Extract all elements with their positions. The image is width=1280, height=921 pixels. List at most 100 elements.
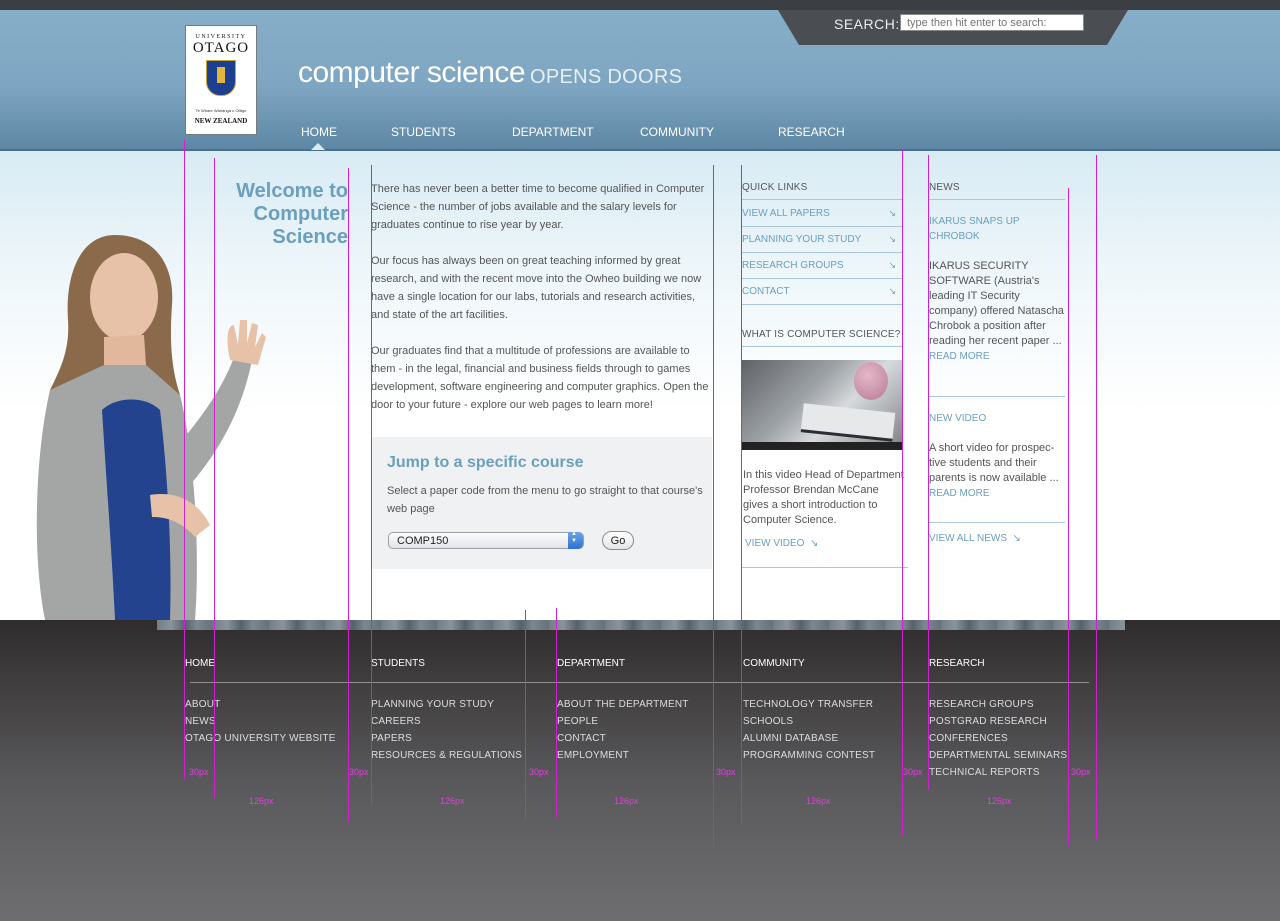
guide-line xyxy=(1096,155,1097,840)
video-frame-toy xyxy=(854,362,888,400)
course-select[interactable]: COMP150 xyxy=(388,531,584,549)
width-label: 126px xyxy=(806,796,831,806)
read-more-link[interactable]: READ MORE xyxy=(929,349,990,364)
nav-home[interactable]: HOME xyxy=(301,125,337,139)
footer-link[interactable]: PEOPLE xyxy=(557,716,598,727)
top-bar xyxy=(0,0,1280,10)
footer-link[interactable]: NEWS xyxy=(185,716,216,727)
arrow-down-right-icon: ↘ xyxy=(888,208,896,218)
news-item-title[interactable]: IKARUS SNAPS UP CHROBOK xyxy=(929,214,1039,244)
gap-label: 30px xyxy=(903,767,923,777)
guide-line xyxy=(902,150,903,835)
width-label: 126px xyxy=(987,796,1012,806)
gap-label: 30px xyxy=(1071,767,1091,777)
quick-links-heading: QUICK LINKS xyxy=(742,182,808,193)
nav-students[interactable]: STUDENTS xyxy=(391,125,456,139)
footer-link[interactable]: RESEARCH GROUPS xyxy=(929,699,1034,710)
view-all-news-link[interactable]: VIEW ALL NEWS ↘ xyxy=(929,531,1021,546)
quick-link-contact[interactable]: CONTACT ↘ xyxy=(742,278,902,305)
quick-link-label: CONTACT xyxy=(742,286,790,297)
search-input[interactable] xyxy=(900,14,1084,31)
footer-link[interactable]: PROGRAMMING CONTEST xyxy=(743,750,875,761)
nav-community[interactable]: COMMUNITY xyxy=(640,125,714,139)
view-all-news-label: VIEW ALL NEWS xyxy=(929,533,1007,544)
footer-link[interactable]: CONTACT xyxy=(557,733,606,744)
footer-link[interactable]: POSTGRAD RESEARCH xyxy=(929,716,1047,727)
quick-link-label: VIEW ALL PAPERS xyxy=(742,208,830,219)
gap-label: 30px xyxy=(529,767,549,777)
quick-link-view-all-papers[interactable]: VIEW ALL PAPERS ↘ xyxy=(742,200,902,227)
quick-link-research-groups[interactable]: RESEARCH GROUPS ↘ xyxy=(742,252,902,279)
guide-line xyxy=(371,165,372,805)
footer-link[interactable]: EMPLOYMENT xyxy=(557,750,629,761)
footer-link[interactable]: SCHOOLS xyxy=(743,716,793,727)
news-heading: NEWS xyxy=(929,182,960,193)
guide-line xyxy=(525,610,526,820)
arrow-down-right-icon: ↘ xyxy=(888,234,896,244)
divider xyxy=(742,346,902,347)
active-nav-indicator xyxy=(311,143,325,150)
course-jump-title: Jump to a specific course xyxy=(387,454,584,471)
news-item-text: IKARUS SECURITY SOFTWARE (Austria's lead… xyxy=(929,260,1064,347)
guide-line xyxy=(348,168,349,821)
guide-line xyxy=(713,165,714,848)
guide-line xyxy=(928,155,929,790)
view-video-link[interactable]: VIEW VIDEO ↘ xyxy=(745,538,818,549)
quick-link-label: PLANNING YOUR STUDY xyxy=(742,234,862,245)
footer-head-department[interactable]: DEPARTMENT xyxy=(557,658,625,669)
footer-link[interactable]: TECHNICAL REPORTS xyxy=(929,767,1040,778)
footer-head-home[interactable]: HOME xyxy=(185,658,215,669)
video-controls[interactable] xyxy=(742,442,902,450)
footer-link[interactable]: PAPERS xyxy=(371,733,412,744)
divider xyxy=(929,396,1065,397)
search-label: SEARCH: xyxy=(834,16,900,32)
crest-icon xyxy=(206,60,236,96)
view-video-label: VIEW VIDEO xyxy=(745,538,805,549)
footer-link[interactable]: DEPARTMENTAL SEMINARS xyxy=(929,750,1067,761)
guide-line xyxy=(1068,188,1069,846)
nav-department[interactable]: DEPARTMENT xyxy=(512,125,594,139)
footer-link[interactable]: ALUMNI DATABASE xyxy=(743,733,838,744)
intro-paragraph: Our focus has always been on great teach… xyxy=(371,255,702,321)
divider xyxy=(742,567,908,568)
footer-head-community[interactable]: COMMUNITY xyxy=(743,658,805,669)
footer-decorative-strip xyxy=(157,620,1125,630)
go-button[interactable]: Go xyxy=(602,531,634,550)
arrow-down-right-icon: ↘ xyxy=(810,538,819,549)
footer-head-research[interactable]: RESEARCH xyxy=(929,658,985,669)
course-jump-description: Select a paper code from the menu to go … xyxy=(387,485,703,515)
nav-research[interactable]: RESEARCH xyxy=(778,125,845,139)
divider xyxy=(929,522,1065,523)
course-jump-box: Jump to a specific course Select a paper… xyxy=(372,437,712,569)
footer-link[interactable]: OTAGO UNIVERSITY WEBSITE xyxy=(185,733,336,744)
width-label: 126px xyxy=(440,796,465,806)
welcome-heading: Welcome to Computer Science xyxy=(236,180,348,248)
footer-link[interactable]: ABOUT THE DEPARTMENT xyxy=(557,699,689,710)
video-thumbnail[interactable] xyxy=(742,360,902,450)
guide-line xyxy=(741,165,742,825)
footer-link[interactable]: CONFERENCES xyxy=(929,733,1008,744)
site-title: computer science xyxy=(298,56,526,89)
footer-link[interactable]: PLANNING YOUR STUDY xyxy=(371,699,494,710)
arrow-down-right-icon: ↘ xyxy=(1012,533,1021,544)
footer-link[interactable]: ABOUT xyxy=(185,699,220,710)
guide-line xyxy=(184,140,185,780)
intro-text: There has never been a better time to be… xyxy=(371,180,711,432)
footer-link[interactable]: CAREERS xyxy=(371,716,421,727)
footer-link[interactable]: RESOURCES & REGULATIONS xyxy=(371,750,522,761)
university-logo[interactable]: UNIVERSITY OTAGO Te Whare Wānanga o Otāg… xyxy=(185,25,257,135)
arrow-down-right-icon: ↘ xyxy=(888,286,896,296)
news-item-text: A short video for prospec-tive students … xyxy=(929,442,1059,484)
guide-line xyxy=(214,158,215,798)
footer-head-students[interactable]: STUDENTS xyxy=(371,658,425,669)
guide-line xyxy=(556,608,557,818)
news-item-title[interactable]: NEW VIDEO xyxy=(929,411,986,426)
quick-link-planning-your-study[interactable]: PLANNING YOUR STUDY ↘ xyxy=(742,226,902,253)
read-more-link[interactable]: READ MORE xyxy=(929,486,990,501)
footer-link[interactable]: TECHNOLOGY TRANSFER xyxy=(743,699,873,710)
quick-link-label: RESEARCH GROUPS xyxy=(742,260,844,271)
gap-label: 30px xyxy=(716,767,736,777)
logo-motto: Te Whare Wānanga o Otāgo xyxy=(195,108,247,113)
divider xyxy=(929,199,1065,200)
gap-label: 30px xyxy=(349,767,369,777)
